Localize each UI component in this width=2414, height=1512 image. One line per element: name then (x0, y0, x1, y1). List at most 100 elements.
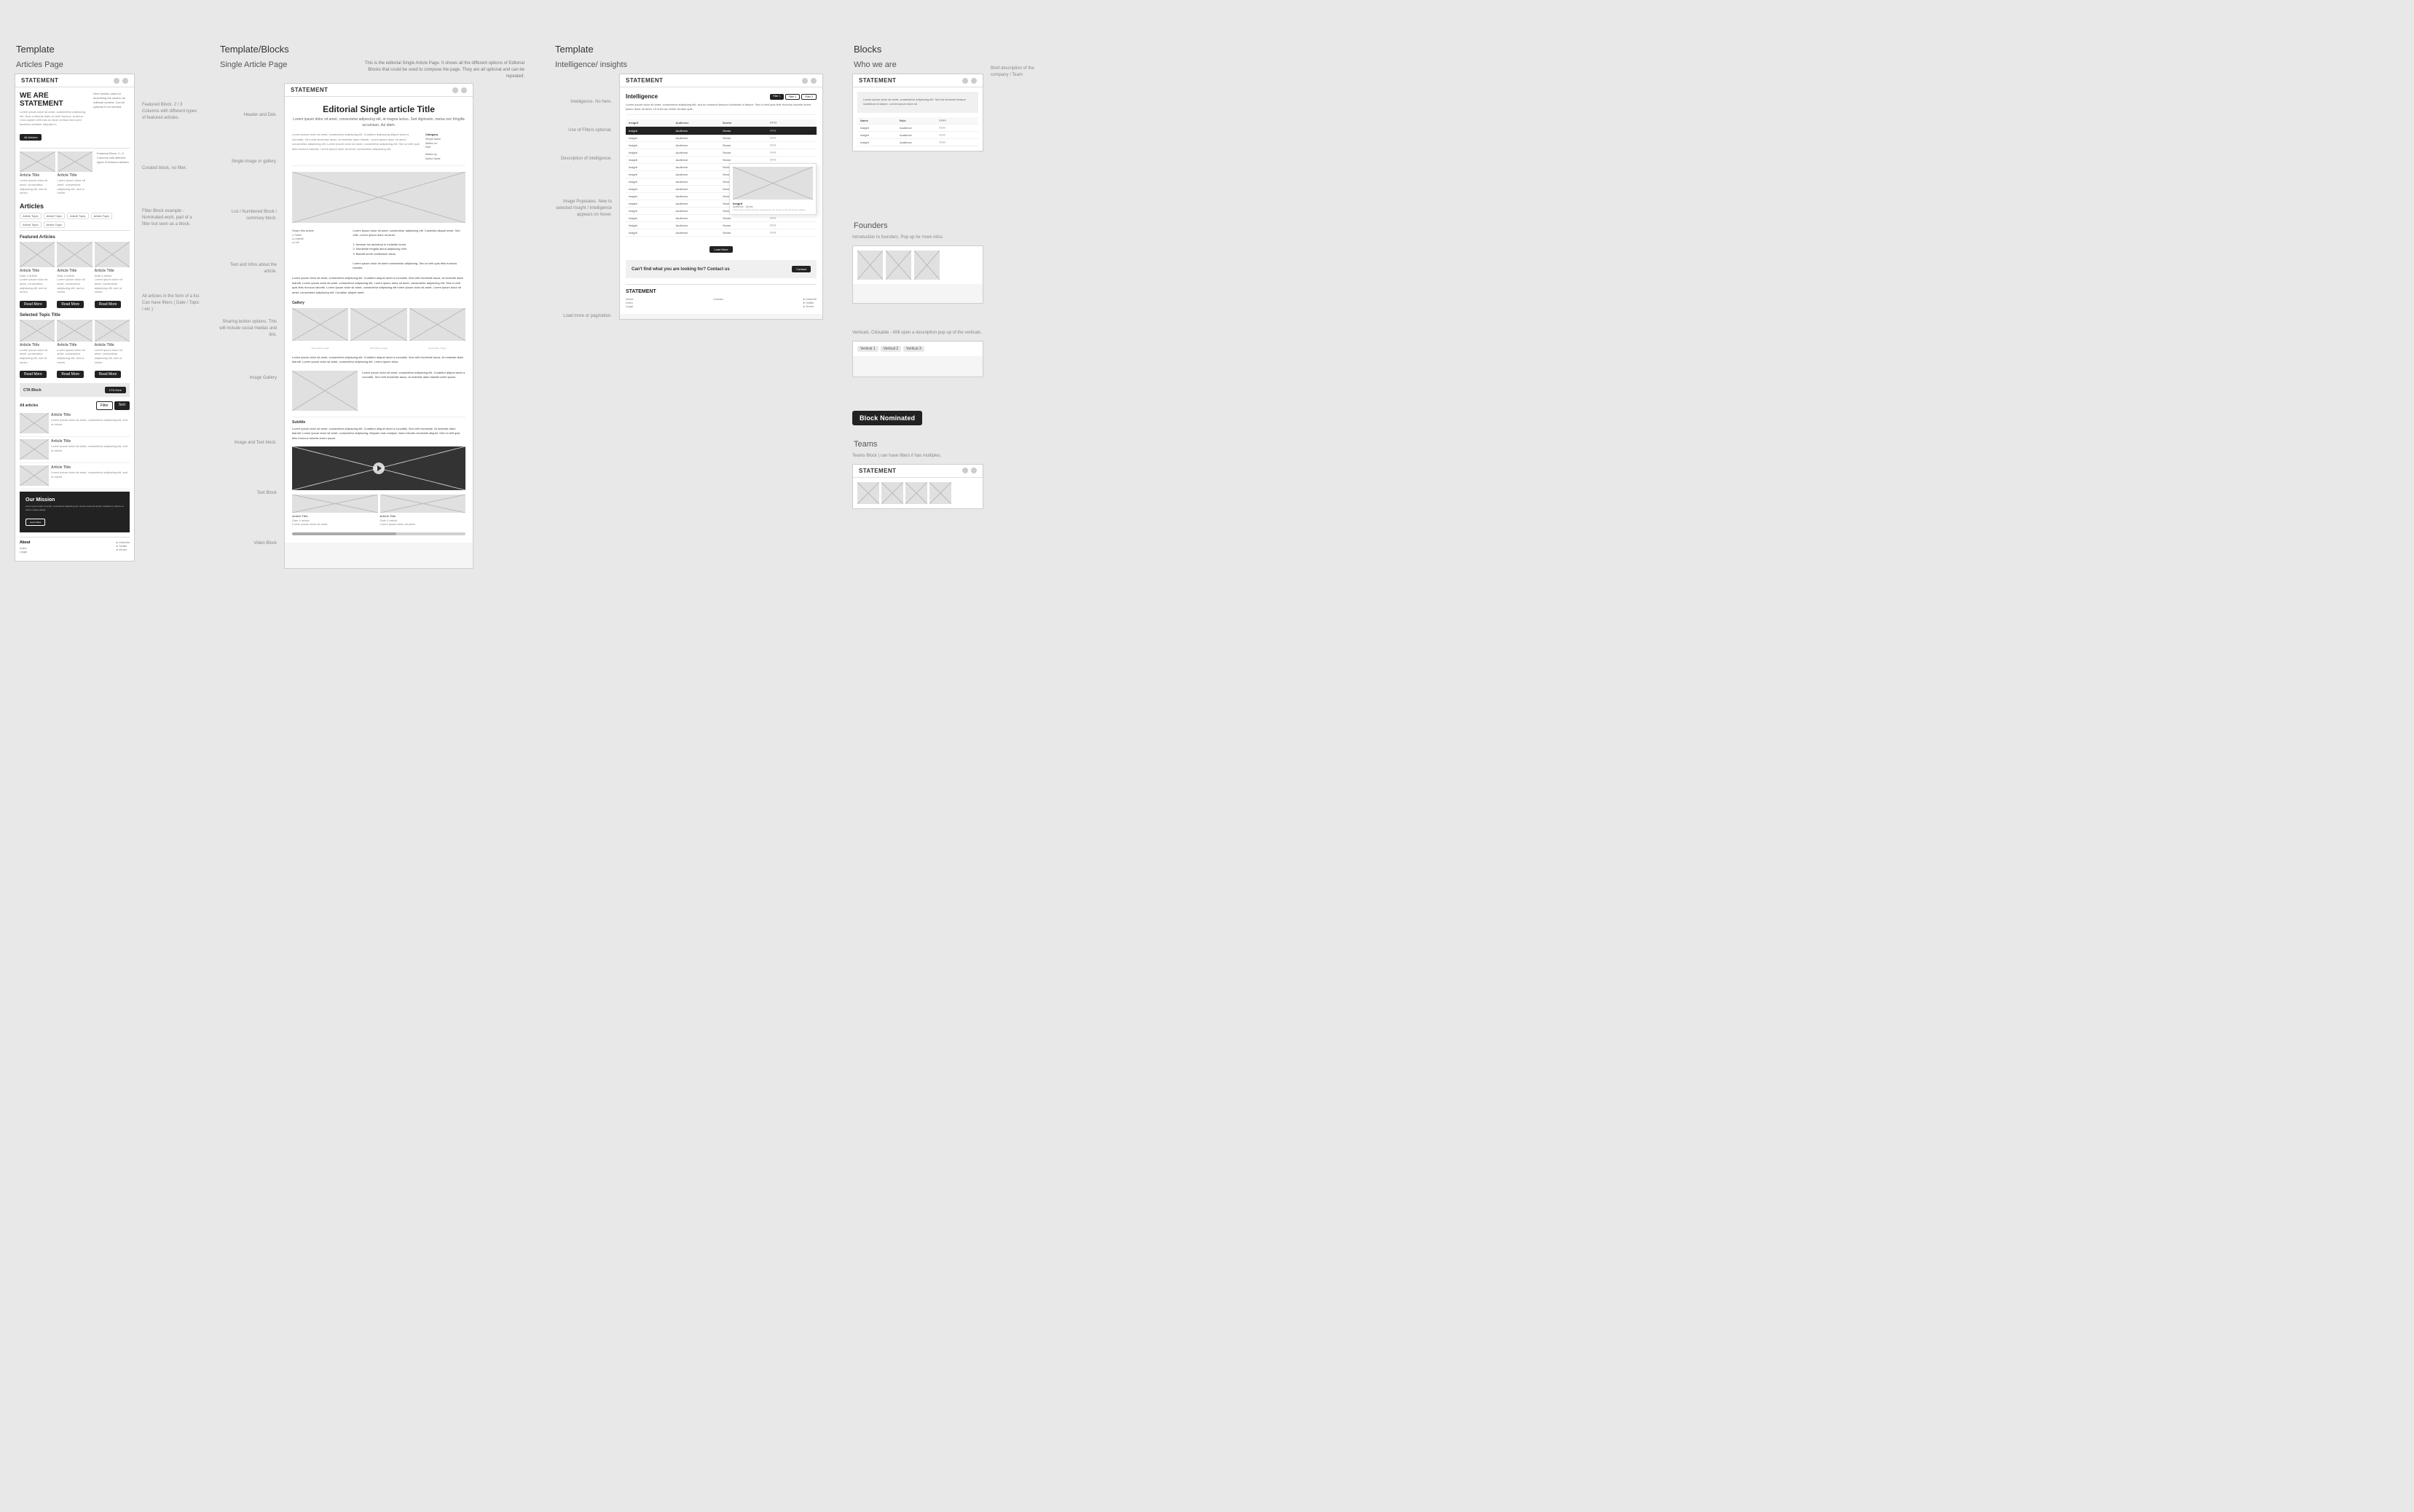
col1-tab3[interactable]: Article Topic (67, 213, 89, 219)
col3-footer: STATEMENT About Index Legal Contact ● Li… (626, 284, 817, 308)
col2-video-block (292, 446, 465, 490)
col1-topic1-btn[interactable]: Read More (20, 366, 55, 379)
col1-hero-left: WE ARE STATEMENT Lorem ipsum dolor sit a… (20, 92, 89, 142)
col2-annot6: Image Gallery (219, 375, 277, 382)
col3-filter-btn2[interactable]: Filter 2 (785, 94, 801, 100)
col1-feat3-btn-label[interactable]: Read More (95, 301, 122, 308)
col2-share3: ● Link (292, 241, 348, 244)
col1-feat1-btn-label[interactable]: Read More (20, 301, 47, 308)
col1-filter-btn[interactable]: Filter (96, 401, 113, 410)
col3-row1[interactable]: InsightAudienceSector???? (626, 135, 817, 142)
col2-scrollbar-thumb[interactable] (292, 532, 396, 535)
col3-r2c4: ???? (770, 143, 814, 147)
col3-hover-card: Insight Audience - Sector Lorem ipsum do… (729, 163, 817, 215)
col1-hero-btn-label[interactable]: All Articles (20, 134, 42, 141)
col3-row3[interactable]: InsightAudienceSector???? (626, 149, 817, 157)
col1-list-item3-text: Article Title Lorem ipsum dolor sit amet… (51, 465, 130, 486)
col3-th3: Sector (723, 121, 767, 125)
col1-articles-heading: Articles (20, 202, 44, 210)
col1-frame-title: STATEMENT (21, 77, 58, 84)
col2-annot2: Single image or gallery. (219, 159, 277, 165)
col1-topic3-btn-label[interactable]: Read More (95, 371, 122, 378)
col1-all-articles-header: All articles Filter Sort (20, 401, 130, 410)
col1-tab2[interactable]: Article Topic (44, 213, 66, 219)
col1-topic-heading: Selected Topic Title (20, 313, 130, 318)
col3-row13[interactable]: InsightAudienceSector???? (626, 222, 817, 229)
col3-load-more-btn[interactable]: Load More (709, 246, 732, 253)
col4-who-r1[interactable]: InsightAudience???? (857, 125, 978, 132)
col3-annots: Intelligence. No here. Use of Filters op… (554, 74, 612, 320)
col1-sort-btn[interactable]: Sort (114, 401, 130, 410)
col3-r13c1: Insight (629, 224, 673, 227)
col1-tab4[interactable]: Article Topic (91, 213, 113, 219)
col3-r12c1: Insight (629, 216, 673, 220)
col3-row12[interactable]: InsightAudienceSector???? (626, 215, 817, 222)
col1-topic2-btn-label[interactable]: Read More (57, 371, 84, 378)
col3-row2[interactable]: InsightAudienceSector???? (626, 142, 817, 149)
col3-table-wrapper: Insight Audience - Sector Lorem ipsum do… (626, 119, 817, 237)
col4-container: Blocks Who we are STATEMENT Lorem ipsum … (852, 44, 1034, 515)
col1-card2: Article Title Lorem ipsum dolor sit amet… (58, 151, 93, 194)
col1-topic2: Article Title Lorem ipsum dolor sit amet… (57, 320, 92, 379)
col4-vertical2[interactable]: Vertical 2 (881, 346, 902, 352)
col3-footer-contact: Contact (713, 297, 723, 308)
col1-topic2-btn[interactable]: Read More (57, 366, 92, 379)
col1-footer-brand: About (20, 540, 30, 545)
col2-gallery-img2 (350, 308, 406, 341)
col4-founders-label: Founders (852, 221, 1034, 230)
col2-icon1 (452, 87, 458, 93)
col1-icon2 (122, 78, 128, 84)
col2-frame-header: STATEMENT (285, 84, 473, 97)
col1-hero-side-text: Here section used for describing the sec… (93, 92, 130, 142)
col1-feat3-btn[interactable]: Read More (95, 296, 130, 309)
col2-text-infos-block: Lorem ipsum dolor sit amet, consectetur … (292, 276, 465, 295)
col4-team2 (881, 482, 903, 504)
col4-team4 (929, 482, 951, 504)
col1-topic3-title: Article Title (95, 343, 130, 348)
col1-feat1-title: Article Title (20, 269, 55, 274)
col1-list-item1: Article Title Lorem ipsum dolor sit amet… (20, 413, 130, 437)
col3-frame-content: Intelligence Filter 1 Filter 2 Filter 3 … (620, 87, 822, 314)
col1-topic3-btn[interactable]: Read More (95, 366, 130, 379)
col4-vertical1[interactable]: Vertical 1 (857, 346, 878, 352)
col3-row14[interactable]: InsightAudienceSector???? (626, 229, 817, 237)
col1-tab6[interactable]: Article Topic (44, 221, 66, 228)
col1-cta-btn[interactable]: CTA Here (105, 387, 126, 393)
col1-nav-tabs: Article Topic Article Topic Article Topi… (20, 213, 130, 231)
col1-feat2-btn[interactable]: Read More (57, 296, 92, 309)
col1-topic1-img (20, 320, 55, 342)
col2-bot-card1-img (292, 495, 378, 513)
col3-footer-vimeo: ● Vimeo (803, 304, 817, 308)
col1-hero-btn[interactable]: All Articles (20, 129, 89, 142)
col3-section-label: Template (554, 44, 823, 55)
col2-article-title: Editorial Single article Title (292, 104, 465, 114)
col1-featured-grid: Article Title Date 4 Article Lorem ipsum… (20, 242, 130, 309)
col4-who-r2[interactable]: InsightAudience???? (857, 132, 978, 139)
col4-vertical3[interactable]: Vertical 3 (903, 346, 924, 352)
col1-feat2-btn-label[interactable]: Read More (57, 301, 84, 308)
col2-annot4: Text and Infos about the article. (219, 262, 277, 275)
col4-who-th3: ???? (939, 119, 975, 122)
col1-mission-btn[interactable]: Learn More (25, 519, 45, 526)
col2-img-text-img (292, 371, 358, 411)
col1-topic1-btn-label[interactable]: Read More (20, 371, 47, 378)
col3-filter-btn3[interactable]: Filter 3 (801, 94, 817, 100)
col4-who-frame-title: STATEMENT (859, 77, 896, 84)
col3-contact-btn[interactable]: Contact (792, 266, 811, 272)
col4-who-r3c2: Audience (900, 141, 936, 144)
col1-frame: STATEMENT WE ARE STATEMENT Lorem ipsum d… (15, 74, 135, 562)
col1-topic3-img (95, 320, 130, 342)
col2-sub-label: Single Article Page (219, 60, 287, 69)
col3-filter-btn1[interactable]: Filter 1 (770, 94, 784, 100)
col4-block-nominated-container: Block Nominated (852, 411, 1034, 425)
col1-feat1-btn[interactable]: Read More (20, 296, 55, 309)
col2-category-label: Category (425, 133, 465, 136)
col1-tab5[interactable]: Article Topic (20, 221, 42, 228)
col2-gallery-label: Gallery (292, 301, 465, 305)
col1-tab1[interactable]: Article Topic (20, 213, 42, 219)
col4-who-r3[interactable]: InsightAudience???? (857, 139, 978, 146)
col4-teams-header: STATEMENT (853, 465, 983, 478)
col3-table-row-dark[interactable]: Insight Audience Sector ???? (626, 127, 817, 135)
col2-play-btn[interactable] (373, 462, 385, 474)
col1-topic2-img (57, 320, 92, 342)
